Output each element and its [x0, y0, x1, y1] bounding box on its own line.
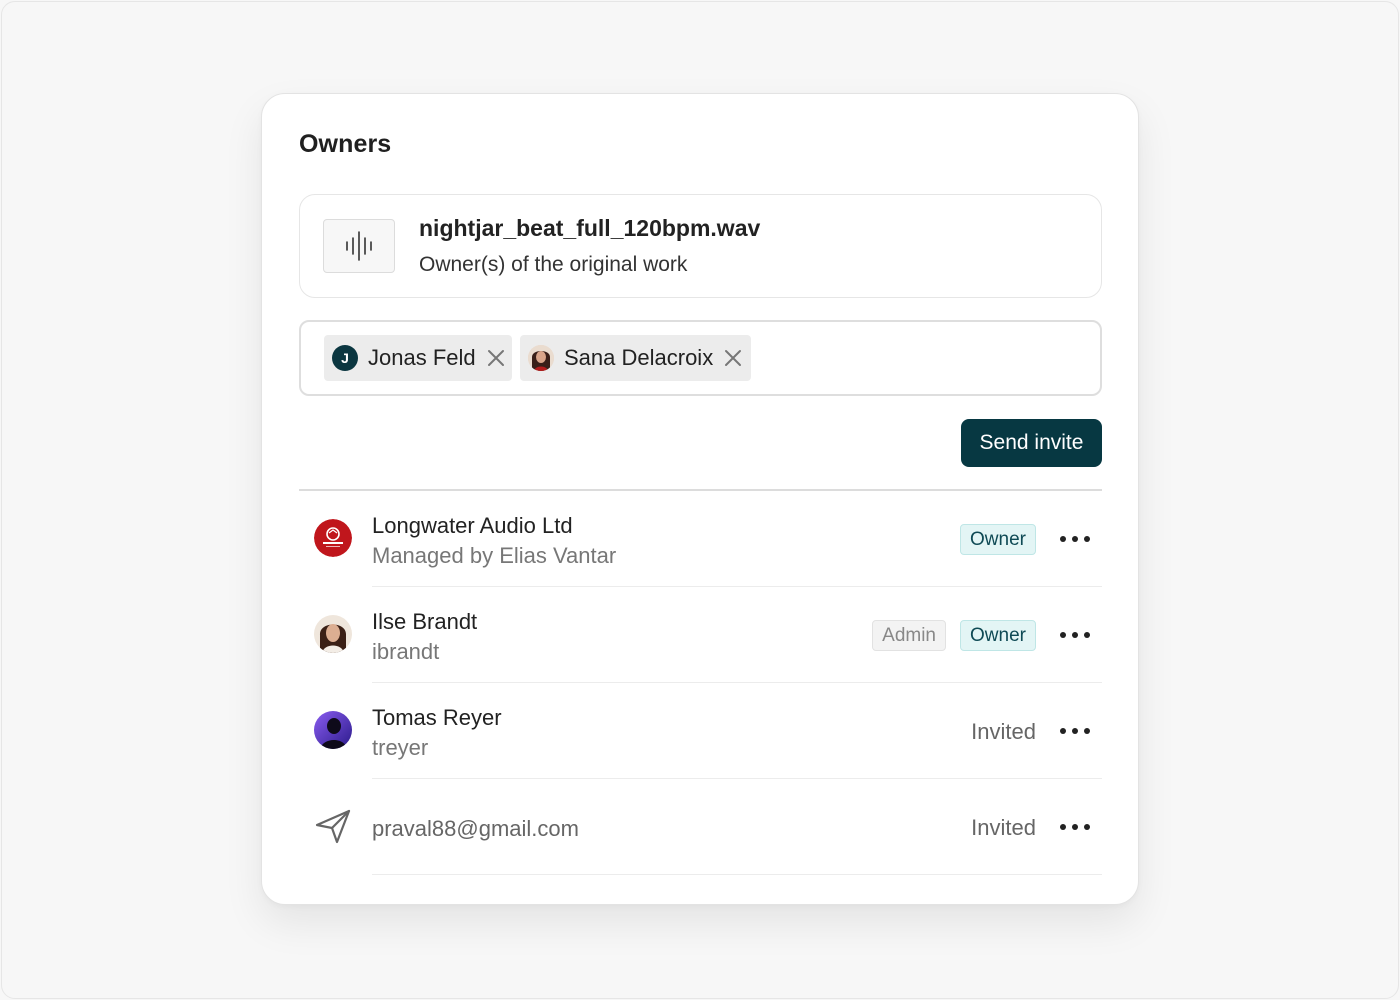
- member-subtitle: Managed by Elias Vantar: [372, 543, 617, 568]
- file-subtitle: Owner(s) of the original work: [419, 253, 688, 276]
- owner-badge: Owner: [960, 620, 1036, 651]
- avatar: [528, 345, 554, 371]
- member-row: Longwater Audio Ltd Managed by Elias Van…: [299, 491, 1102, 587]
- remove-chip-icon[interactable]: [723, 348, 743, 368]
- member-name: Longwater Audio Ltd: [372, 513, 573, 538]
- owner-badge: Owner: [960, 524, 1036, 555]
- more-options-icon[interactable]: [1060, 719, 1090, 743]
- owner-chip: J Jonas Feld: [324, 335, 512, 381]
- audio-waveform-icon: [323, 219, 395, 273]
- send-icon: [314, 807, 352, 845]
- member-email: praval88@gmail.com: [372, 816, 579, 841]
- remove-chip-icon[interactable]: [486, 348, 506, 368]
- member-row: Tomas Reyer treyer Invited: [299, 683, 1102, 779]
- file-name: nightjar_beat_full_120bpm.wav: [419, 215, 761, 241]
- member-subtitle: treyer: [372, 735, 429, 760]
- owner-chip: Sana Delacroix: [520, 335, 751, 381]
- chip-label: Sana Delacroix: [564, 345, 714, 370]
- owners-panel: Owners nightjar_beat_full_120bpm.wav Own…: [261, 93, 1139, 905]
- status-text: Invited: [971, 815, 1036, 840]
- row-divider: [372, 874, 1102, 875]
- member-name: Tomas Reyer: [372, 705, 502, 730]
- admin-badge: Admin: [872, 620, 946, 651]
- company-logo-avatar: [314, 519, 352, 557]
- member-row: Ilse Brandt ibrandt Admin Owner: [299, 587, 1102, 683]
- member-name: Ilse Brandt: [372, 609, 478, 634]
- member-subtitle: ibrandt: [372, 639, 440, 664]
- more-options-icon[interactable]: [1060, 623, 1090, 647]
- avatar: [314, 711, 352, 749]
- more-options-icon[interactable]: [1060, 815, 1090, 839]
- member-row: praval88@gmail.com Invited: [299, 779, 1102, 875]
- chip-label: Jonas Feld: [368, 345, 476, 370]
- status-text: Invited: [971, 719, 1036, 744]
- avatar: J: [332, 345, 358, 371]
- owner-tag-input[interactable]: J Jonas Feld Sana Delacroix: [299, 320, 1102, 396]
- panel-title: Owners: [299, 130, 392, 158]
- send-invite-button[interactable]: Send invite: [961, 419, 1102, 467]
- avatar: [314, 615, 352, 653]
- file-summary: nightjar_beat_full_120bpm.wav Owner(s) o…: [299, 194, 1102, 298]
- more-options-icon[interactable]: [1060, 527, 1090, 551]
